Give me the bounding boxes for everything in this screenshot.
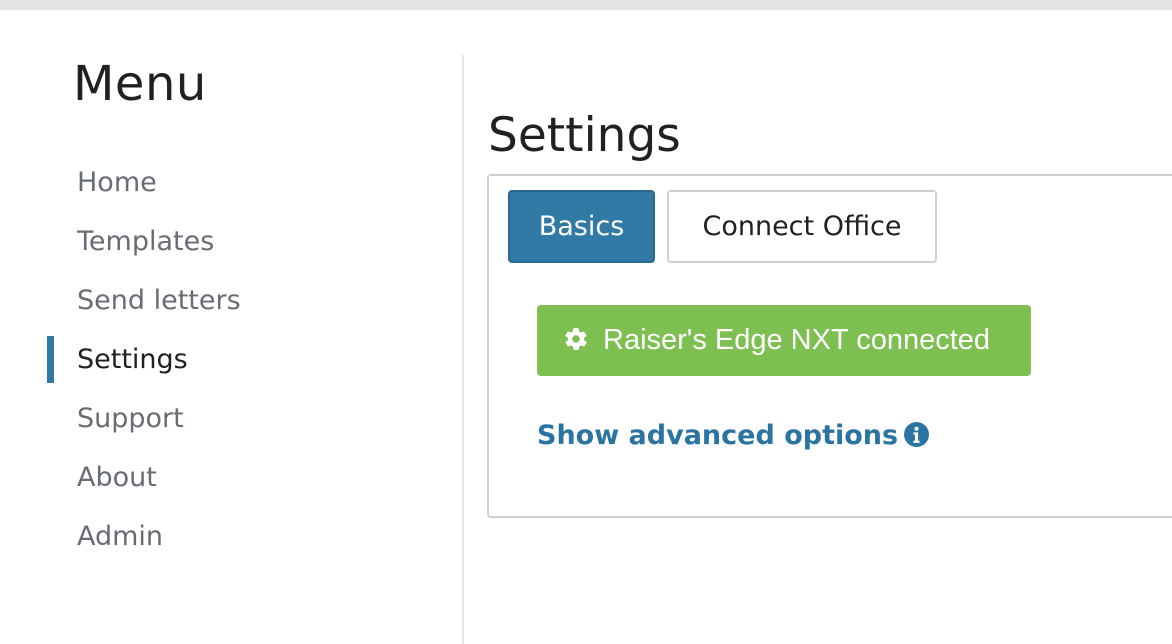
page-title: Settings [488,108,681,163]
show-advanced-options-label: Show advanced options [537,420,899,451]
sidebar-item-support[interactable]: Support [0,389,463,448]
main-content: Settings Basics Connect Office Raiser's … [464,10,1172,644]
sidebar-item-send-letters[interactable]: Send letters [0,271,463,330]
sidebar-item-templates[interactable]: Templates [0,212,463,271]
top-bar [0,0,1172,10]
connection-status-label: Raiser's Edge NXT connected [603,324,991,356]
sidebar: Menu Home Templates Send letters Setting… [0,10,463,644]
gear-icon [565,328,587,350]
sidebar-item-settings[interactable]: Settings [0,330,463,389]
sidebar-item-about[interactable]: About [0,448,463,507]
tab-basics[interactable]: Basics [508,190,655,263]
show-advanced-options-link[interactable]: Show advanced options [537,414,930,458]
tab-connect-office[interactable]: Connect Office [667,190,937,263]
sidebar-item-home[interactable]: Home [0,153,463,212]
connection-status-button[interactable]: Raiser's Edge NXT connected [537,305,1031,376]
menu-title: Menu [73,56,207,112]
sidebar-item-admin[interactable]: Admin [0,507,463,566]
nav-list: Home Templates Send letters Settings Sup… [0,153,463,566]
info-icon [904,421,930,447]
